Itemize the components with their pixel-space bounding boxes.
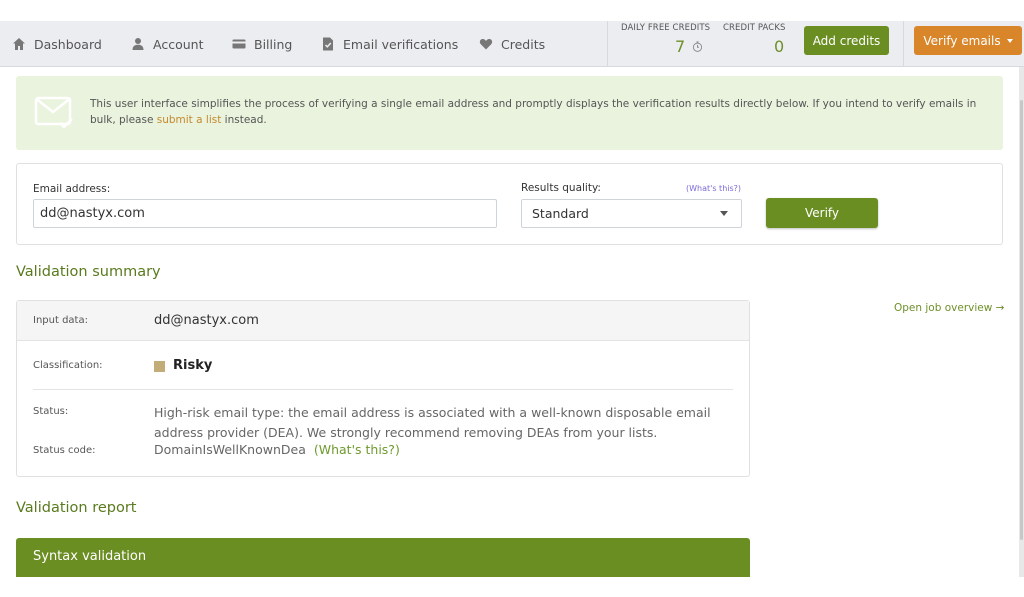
results-quality-select[interactable]: Standard — [521, 199, 742, 228]
nav-separator — [903, 21, 904, 67]
input-data-value: dd@nastyx.com — [154, 313, 259, 328]
daily-free-credits-value: 7 — [675, 37, 686, 56]
classification-value: Risky — [173, 358, 213, 373]
daily-free-credits-label: DAILY FREE CREDITS — [621, 23, 711, 33]
credit-packs-value: 0 — [774, 37, 785, 56]
info-banner: This user interface simplifies the proce… — [16, 76, 1003, 150]
nav-dashboard-label: Dashboard — [34, 36, 102, 52]
verify-emails-label: Verify emails — [923, 33, 1001, 48]
credit-packs-label: CREDIT PACKS — [723, 23, 786, 33]
results-quality-label: Results quality: — [521, 182, 601, 194]
status-code-value: DomainIsWellKnownDea — [154, 442, 306, 457]
nav-email-verifications-label: Email verifications — [343, 36, 459, 52]
summary-input-row — [17, 301, 749, 341]
info-text-end: instead. — [221, 114, 267, 126]
input-data-label: Input data: — [33, 315, 88, 326]
top-strip — [0, 0, 1024, 21]
credit-packs: CREDIT PACKS 0 — [713, 21, 798, 67]
nav-account[interactable]: Account — [131, 21, 203, 67]
nav-billing-label: Billing — [254, 36, 293, 52]
divider — [33, 389, 733, 390]
nav-account-label: Account — [153, 36, 204, 52]
info-banner-text: This user interface simplifies the proce… — [90, 96, 990, 128]
scrollbar-thumb[interactable] — [1020, 100, 1023, 540]
verify-button-label: Verify — [804, 206, 840, 220]
heart-icon — [479, 38, 493, 50]
classification-label: Classification: — [33, 360, 103, 371]
nav-credits-label: Credits — [501, 36, 546, 52]
credit-card-icon — [232, 39, 246, 49]
submit-list-link[interactable]: submit a list — [157, 114, 222, 126]
validation-summary-title: Validation summary — [16, 264, 161, 280]
validation-report-title: Validation report — [16, 500, 137, 516]
nav-email-verifications[interactable]: Email verifications — [321, 21, 458, 67]
nav-dashboard[interactable]: Dashboard — [12, 21, 102, 67]
nav-billing[interactable]: Billing — [232, 21, 292, 67]
status-label: Status: — [33, 406, 69, 417]
email-check-icon — [34, 96, 73, 129]
status-code: DomainIsWellKnownDea (What's this?) — [154, 442, 400, 457]
nav-credits[interactable]: Credits — [479, 21, 545, 67]
verify-button[interactable]: Verify — [766, 198, 878, 228]
home-icon — [13, 38, 25, 50]
classification-swatch — [154, 361, 165, 372]
status-code-help-link[interactable]: (What's this?) — [314, 442, 400, 457]
daily-free-credits: DAILY FREE CREDITS 7 — [608, 21, 713, 67]
verify-emails-dropdown-button[interactable]: Verify emails — [914, 26, 1022, 55]
syntax-validation-label: Syntax validation — [33, 549, 147, 564]
open-job-overview-link[interactable]: Open job overview → — [894, 302, 1004, 314]
document-check-icon — [323, 37, 333, 51]
user-icon — [132, 38, 144, 50]
add-credits-button[interactable]: Add credits — [804, 26, 889, 55]
chevron-down-icon — [1006, 38, 1013, 43]
status-value: High-risk email type: the email address … — [154, 405, 711, 440]
quality-help-link[interactable]: (What's this?) — [686, 184, 741, 193]
bottom-strip — [0, 577, 1024, 597]
timer-icon — [692, 41, 703, 52]
chevron-down-icon — [720, 211, 728, 216]
email-address-label: Email address: — [33, 183, 111, 195]
add-credits-label: Add credits — [812, 33, 881, 48]
status-code-label: Status code: — [33, 445, 96, 456]
email-address-input[interactable]: dd@nastyx.com — [33, 199, 497, 228]
